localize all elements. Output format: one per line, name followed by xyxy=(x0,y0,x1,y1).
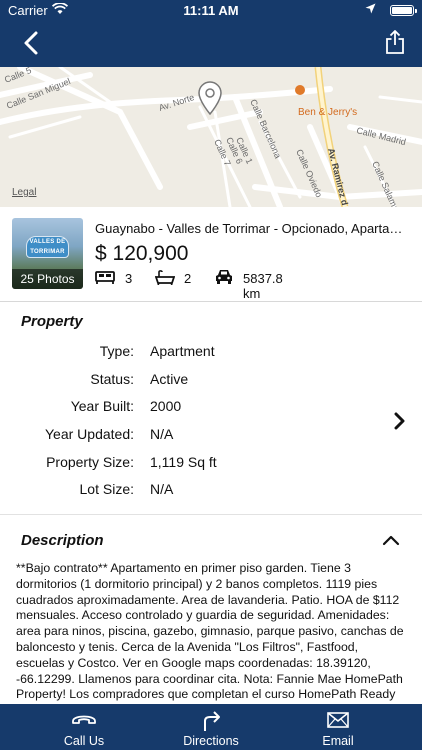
property-label: Status: xyxy=(90,371,134,387)
beds-count: 3 xyxy=(125,271,133,286)
listing-title: Guaynabo - Valles de Torrimar - Opcionad… xyxy=(95,221,413,236)
property-section-title: Property xyxy=(21,313,83,330)
map-legal-link[interactable]: Legal xyxy=(12,187,36,198)
directions-label: Directions xyxy=(183,734,239,748)
back-button[interactable] xyxy=(20,30,44,56)
poi-label: Ben & Jerry's xyxy=(298,107,357,118)
description-text: **Bajo contrato** Apartamento en primer … xyxy=(16,561,404,702)
photo-count: 25 Photos xyxy=(12,269,83,289)
street-label: Calle 5 xyxy=(3,67,33,85)
property-value: Active xyxy=(150,371,189,387)
bath-icon xyxy=(155,270,175,285)
property-row-year-updated: Year Updated: N/A xyxy=(0,426,422,446)
phone-icon xyxy=(72,715,96,724)
app-header: Carrier 11:11 AM xyxy=(0,0,422,67)
property-value: 2000 xyxy=(150,398,182,414)
property-label: Year Updated: xyxy=(45,426,134,442)
call-us-button[interactable]: Call Us xyxy=(14,704,154,750)
street-label: Calle Salaman xyxy=(370,160,403,207)
property-row-size: Property Size: 1,119 Sq ft xyxy=(0,454,422,474)
property-row-year-built: Year Built: 2000 xyxy=(0,398,422,418)
property-label: Type: xyxy=(99,343,134,359)
bed-icon xyxy=(95,271,115,284)
status-time: 11:11 AM xyxy=(183,3,239,18)
listing-summary[interactable]: VALLES DE TORRIMAR 25 Photos Guaynabo - … xyxy=(0,207,422,302)
property-row-lot-size: Lot Size: N/A xyxy=(0,481,422,501)
property-row-status: Status: Active xyxy=(0,371,422,391)
listing-price: $ 120,900 xyxy=(95,242,189,265)
property-label: Year Built: xyxy=(70,398,134,414)
property-label: Property Size: xyxy=(46,454,134,470)
share-button[interactable] xyxy=(384,29,406,55)
section-divider xyxy=(0,514,422,515)
battery-icon xyxy=(390,5,417,16)
bottom-action-bar: Call Us Directions Email xyxy=(0,704,422,750)
location-arrow-icon xyxy=(365,3,376,14)
baths-count: 2 xyxy=(184,271,192,286)
property-value: 1,119 Sq ft xyxy=(150,454,217,470)
listing-photo[interactable]: VALLES DE TORRIMAR 25 Photos xyxy=(12,218,83,289)
property-row-type: Type: Apartment xyxy=(0,343,422,363)
distance-value: 5837.8 km xyxy=(243,271,283,301)
property-value: N/A xyxy=(150,481,174,497)
street-label: Calle Madrid xyxy=(356,125,407,147)
property-value: Apartment xyxy=(150,343,215,359)
photo-sign: VALLES DE TORRIMAR xyxy=(26,236,69,258)
street-label: Calle Barcelona xyxy=(248,98,283,160)
description-section-title: Description xyxy=(21,532,104,549)
property-value: N/A xyxy=(150,426,174,442)
chevron-up-icon[interactable] xyxy=(382,534,400,546)
map-canvas: Calle 5 Calle San Miguel Av. Norte Calle… xyxy=(0,67,422,207)
directions-button[interactable]: Directions xyxy=(141,704,281,750)
envelope-icon xyxy=(327,712,349,728)
chevron-right-icon[interactable] xyxy=(394,412,406,430)
street-label: Av. Norte xyxy=(158,92,196,113)
email-label: Email xyxy=(322,734,354,748)
call-us-label: Call Us xyxy=(63,734,105,748)
email-button[interactable]: Email xyxy=(268,704,408,750)
status-bar: Carrier 11:11 AM xyxy=(0,0,422,22)
property-label: Lot Size: xyxy=(79,481,134,497)
directions-arrow-icon xyxy=(204,711,220,731)
location-map[interactable]: Calle 5 Calle San Miguel Av. Norte Calle… xyxy=(0,67,422,207)
car-icon xyxy=(216,270,232,284)
